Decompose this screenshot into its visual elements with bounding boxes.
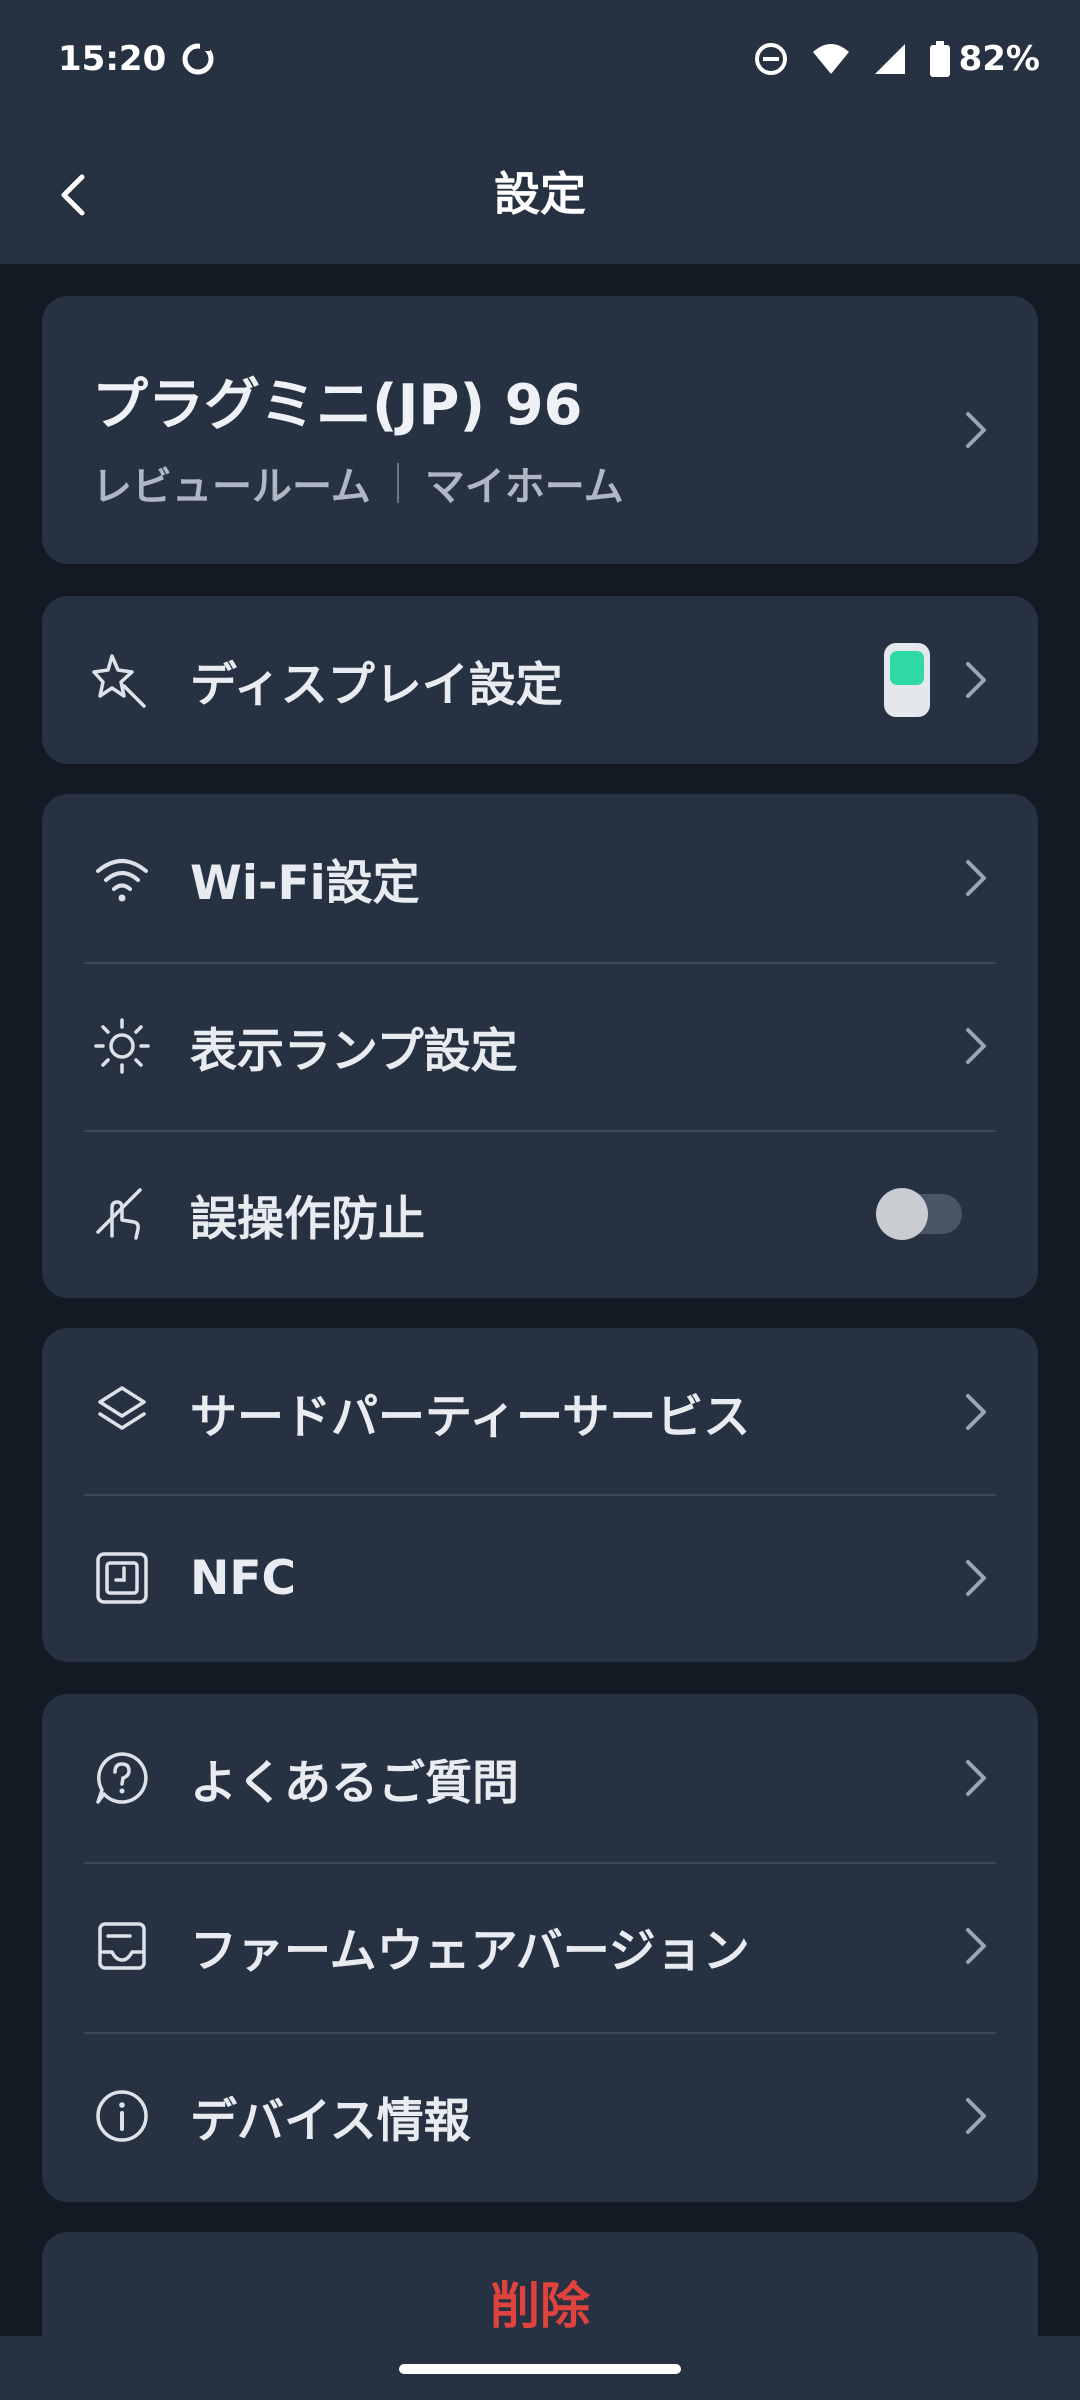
firmware-version-row[interactable]: ファームウェアバージョン bbox=[42, 1862, 1038, 2030]
device-location: レビュールーム マイホーム bbox=[92, 454, 624, 512]
chevron-right-icon bbox=[956, 2091, 996, 2141]
device-info-row[interactable]: デバイス情報 bbox=[42, 2032, 1038, 2200]
display-settings-label: ディスプレイ設定 bbox=[190, 657, 563, 713]
chevron-right-icon bbox=[956, 853, 996, 903]
status-bar: 15:20 82% bbox=[0, 0, 1080, 118]
chevron-right-icon bbox=[956, 1387, 996, 1437]
chevron-right-icon bbox=[956, 1921, 996, 1971]
wifi-status-icon bbox=[811, 42, 851, 76]
toggle-knob bbox=[876, 1188, 928, 1240]
sun-icon bbox=[90, 1014, 154, 1078]
wifi-icon bbox=[90, 846, 154, 910]
third-party-services-label: サードパーティーサービス bbox=[190, 1389, 751, 1445]
device-info-card[interactable]: プラグミニ(JP) 96 レビュールーム マイホーム bbox=[42, 296, 1038, 564]
location-divider bbox=[396, 463, 399, 503]
do-not-disturb-icon bbox=[753, 41, 789, 77]
back-button[interactable] bbox=[38, 160, 108, 230]
device-settings-card: Wi-Fi設定 表示ランプ設定 誤操作防止 bbox=[42, 794, 1038, 1298]
nfc-row[interactable]: NFC bbox=[42, 1494, 1038, 1662]
info-icon bbox=[90, 2084, 154, 2148]
header: 設定 bbox=[0, 118, 1080, 264]
indicator-lamp-label: 表示ランプ設定 bbox=[190, 1023, 518, 1079]
services-card: サードパーティーサービス NFC bbox=[42, 1328, 1038, 1662]
nfc-icon bbox=[90, 1546, 154, 1610]
wifi-settings-label: Wi-Fi設定 bbox=[190, 855, 420, 911]
touch-off-icon bbox=[90, 1182, 154, 1246]
device-info-label: デバイス情報 bbox=[190, 2093, 471, 2149]
battery-icon bbox=[929, 41, 951, 77]
help-icon bbox=[90, 1746, 154, 1810]
signal-icon bbox=[873, 42, 907, 76]
support-card: よくあるご質問 ファームウェアバージョン デバイス情報 bbox=[42, 1694, 1038, 2202]
device-name: プラグミニ(JP) 96 bbox=[92, 373, 583, 438]
third-party-services-row[interactable]: サードパーティーサービス bbox=[42, 1328, 1038, 1496]
chevron-right-icon bbox=[956, 1753, 996, 1803]
delete-label: 削除 bbox=[490, 2277, 590, 2335]
display-preview-screen bbox=[890, 651, 924, 685]
child-lock-toggle[interactable] bbox=[876, 1188, 962, 1240]
sparkle-icon bbox=[90, 648, 154, 712]
indicator-lamp-row[interactable]: 表示ランプ設定 bbox=[42, 962, 1038, 1130]
chevron-right-icon bbox=[956, 655, 996, 705]
display-settings-row[interactable]: ディスプレイ設定 bbox=[42, 596, 1038, 764]
firmware-icon bbox=[90, 1914, 154, 1978]
chevron-right-icon bbox=[956, 405, 996, 455]
child-lock-row: 誤操作防止 bbox=[42, 1130, 1038, 1298]
room-name: レビュールーム bbox=[92, 464, 371, 510]
display-settings-card: ディスプレイ設定 bbox=[42, 596, 1038, 764]
chevron-right-icon bbox=[956, 1553, 996, 1603]
firmware-version-label: ファームウェアバージョン bbox=[190, 1923, 750, 1979]
layers-icon bbox=[90, 1380, 154, 1444]
chevron-right-icon bbox=[956, 1021, 996, 1071]
faq-label: よくあるご質問 bbox=[190, 1755, 519, 1811]
sync-icon bbox=[180, 41, 216, 77]
wifi-settings-row[interactable]: Wi-Fi設定 bbox=[42, 794, 1038, 962]
page-title: 設定 bbox=[494, 167, 586, 221]
home-name: マイホーム bbox=[424, 464, 624, 510]
child-lock-label: 誤操作防止 bbox=[190, 1191, 425, 1247]
display-preview bbox=[884, 643, 930, 717]
faq-row[interactable]: よくあるご質問 bbox=[42, 1694, 1038, 1862]
chevron-left-icon bbox=[61, 174, 85, 216]
nfc-label: NFC bbox=[190, 1550, 296, 1606]
status-time: 15:20 bbox=[58, 39, 167, 79]
battery-percent: 82% bbox=[958, 39, 1040, 79]
home-indicator[interactable] bbox=[399, 2364, 681, 2374]
